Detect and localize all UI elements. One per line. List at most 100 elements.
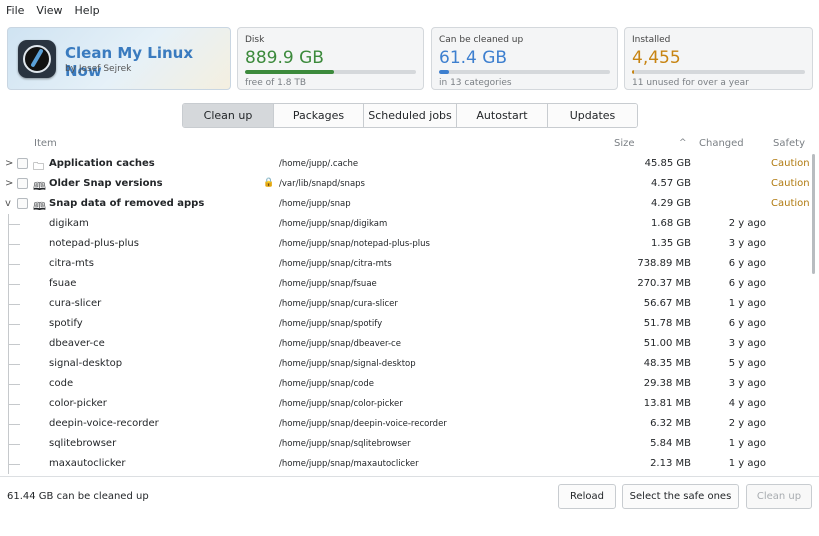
child-name: color-picker xyxy=(49,398,107,409)
child-path: /home/jupp/snap/sqlitebrowser xyxy=(279,439,411,449)
tab-scheduled-jobs[interactable]: Scheduled jobs xyxy=(364,104,457,127)
child-path: /home/jupp/snap/digikam xyxy=(279,219,388,229)
category-size: 45.85 GB xyxy=(644,158,691,169)
expand-icon[interactable]: > xyxy=(5,158,13,169)
child-changed: 3 y ago xyxy=(728,378,766,389)
child-path: /home/jupp/snap/maxautoclicker xyxy=(279,459,419,469)
child-changed: 2 y ago xyxy=(728,218,766,229)
select-safe-button[interactable]: Select the safe ones xyxy=(622,484,739,509)
child-changed: 3 y ago xyxy=(728,238,766,249)
child-name: digikam xyxy=(49,218,89,229)
app-author: by Josef Sejrek xyxy=(65,64,132,74)
child-size: 56.67 MB xyxy=(643,298,691,309)
table-scrollbar[interactable] xyxy=(812,154,815,274)
tab-packages[interactable]: Packages xyxy=(274,104,364,127)
installed-progress-fill xyxy=(632,70,634,74)
category-path: /home/jupp/snap xyxy=(279,199,351,209)
category-row[interactable]: > 🕮 Older Snap versions 🔒/var/lib/snapd/sna… xyxy=(0,174,810,194)
child-name: notepad-plus-plus xyxy=(49,238,139,249)
disk-label: Disk xyxy=(245,35,265,45)
installed-sub: 11 unused for over a year xyxy=(632,78,749,88)
child-row[interactable]: deepin-voice-recorder/home/jupp/snap/dee… xyxy=(0,414,810,434)
child-row[interactable]: sqlitebrowser/home/jupp/snap/sqlitebrows… xyxy=(0,434,810,454)
child-size: 1.35 GB xyxy=(650,238,691,249)
category-path: /home/jupp/.cache xyxy=(279,159,359,169)
cleanup-table: > 🗀 Application caches/home/jupp/.cache 45.… xyxy=(0,154,810,476)
installed-value: 4,455 xyxy=(632,48,681,68)
cleanable-value: 61.4 GB xyxy=(439,48,508,68)
child-row[interactable]: notepad-plus-plus/home/jupp/snap/notepad… xyxy=(0,234,810,254)
child-row[interactable]: color-picker/home/jupp/snap/color-picker… xyxy=(0,394,810,414)
sort-ascending-icon: ^ xyxy=(679,138,687,148)
child-row[interactable]: digikam/home/jupp/snap/digikam 1.68 GB 2 y… xyxy=(0,214,810,234)
menu-file[interactable]: File xyxy=(6,4,24,17)
app-logo-banner: Clean My Linux Now by Josef Sejrek xyxy=(7,27,231,90)
column-item[interactable]: Item xyxy=(34,138,57,149)
child-size: 29.38 MB xyxy=(643,378,691,389)
cleanable-label: Can be cleaned up xyxy=(439,35,524,45)
child-size: 51.78 MB xyxy=(643,318,691,329)
tree-branch xyxy=(8,424,20,425)
category-size: 4.29 GB xyxy=(650,198,691,209)
disk-card: Disk 889.9 GB free of 1.8 TB xyxy=(237,27,424,90)
tree-branch xyxy=(8,344,20,345)
menu-view[interactable]: View xyxy=(36,4,62,17)
row-checkbox[interactable] xyxy=(17,178,28,189)
child-row[interactable]: cura-slicer/home/jupp/snap/cura-slicer 56… xyxy=(0,294,810,314)
clean-up-button[interactable]: Clean up xyxy=(746,484,812,509)
child-row[interactable]: signal-desktop/home/jupp/snap/signal-des… xyxy=(0,354,810,374)
category-row[interactable]: > 🗀 Application caches/home/jupp/.cache 45.… xyxy=(0,154,810,174)
expand-icon[interactable]: > xyxy=(5,178,13,189)
child-changed: 6 y ago xyxy=(728,258,766,269)
status-text: 61.44 GB can be cleaned up xyxy=(7,491,149,502)
reload-button[interactable]: Reload xyxy=(558,484,616,509)
row-checkbox[interactable] xyxy=(17,198,28,209)
column-changed[interactable]: Changed xyxy=(699,138,744,149)
cleanable-sub: in 13 categories xyxy=(439,78,512,88)
tree-branch xyxy=(8,364,20,365)
column-safety[interactable]: Safety xyxy=(773,138,805,149)
tree-branch xyxy=(8,324,20,325)
child-path: /home/jupp/snap/deepin-voice-recorder xyxy=(279,419,447,429)
child-row[interactable]: citra-mts/home/jupp/snap/citra-mts 738.89… xyxy=(0,254,810,274)
child-size: 48.35 MB xyxy=(643,358,691,369)
tree-branch xyxy=(8,224,20,225)
child-changed: 3 y ago xyxy=(728,338,766,349)
child-path: /home/jupp/snap/cura-slicer xyxy=(279,299,398,309)
tab-updates[interactable]: Updates xyxy=(548,104,637,127)
cleanable-progress xyxy=(439,70,610,74)
child-path: /home/jupp/snap/signal-desktop xyxy=(279,359,416,369)
child-size: 6.32 MB xyxy=(650,418,691,429)
category-row[interactable]: v 🕮 Snap data of removed apps/home/jupp/sn… xyxy=(0,194,810,214)
child-row[interactable]: code/home/jupp/snap/code 29.38 MB 3 y ago xyxy=(0,374,810,394)
child-size: 13.81 MB xyxy=(643,398,691,409)
tree-branch xyxy=(8,464,20,465)
child-row[interactable]: spotify/home/jupp/snap/spotify 51.78 MB 6 … xyxy=(0,314,810,334)
tree-branch xyxy=(8,244,20,245)
tab-autostart[interactable]: Autostart xyxy=(457,104,548,127)
child-path: /home/jupp/snap/color-picker xyxy=(279,399,403,409)
child-name: code xyxy=(49,378,74,389)
child-row[interactable]: maxautoclicker/home/jupp/snap/maxautocli… xyxy=(0,454,810,474)
menu-bar: File View Help xyxy=(0,0,819,20)
child-path: /home/jupp/snap/citra-mts xyxy=(279,259,392,269)
child-path: /home/jupp/snap/dbeaver-ce xyxy=(279,339,401,349)
tab-clean-up[interactable]: Clean up xyxy=(183,104,274,127)
child-name: deepin-voice-recorder xyxy=(49,418,159,429)
collapse-icon[interactable]: v xyxy=(5,198,11,209)
menu-help[interactable]: Help xyxy=(75,4,100,17)
child-changed: 5 y ago xyxy=(728,358,766,369)
tree-branch xyxy=(8,264,20,265)
category-name: Application caches xyxy=(49,158,155,169)
child-row[interactable]: dbeaver-ce/home/jupp/snap/dbeaver-ce 51.0… xyxy=(0,334,810,354)
tree-branch xyxy=(8,404,20,405)
row-checkbox[interactable] xyxy=(17,158,28,169)
disk-sub: free of 1.8 TB xyxy=(245,78,306,88)
installed-card: Installed 4,455 11 unused for over a yea… xyxy=(624,27,813,90)
child-name: fsuae xyxy=(49,278,77,289)
child-changed: 2 y ago xyxy=(728,418,766,429)
child-name: signal-desktop xyxy=(49,358,123,369)
safety-badge: Caution xyxy=(771,158,810,169)
column-size[interactable]: Size xyxy=(614,138,635,149)
child-row[interactable]: fsuae/home/jupp/snap/fsuae 270.37 MB 6 y a… xyxy=(0,274,810,294)
